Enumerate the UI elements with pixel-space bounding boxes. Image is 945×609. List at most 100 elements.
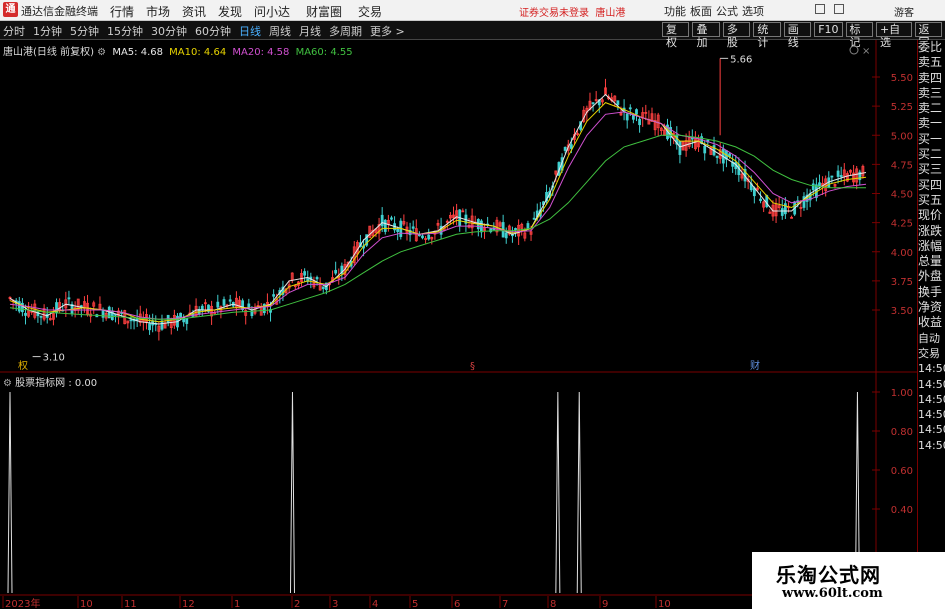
- indicator-spike: [555, 391, 561, 594]
- candle-body: [17, 301, 21, 312]
- candle-body: [836, 170, 840, 177]
- trade-status[interactable]: 证券交易未登录 唐山港: [519, 4, 625, 19]
- menu-item-ask[interactable]: 问小达: [254, 3, 306, 20]
- kline-chart[interactable]: 5.50 5.25 5.00 4.75 4.50 4.25 4.00 3.75 3.50 1.0…: [0, 40, 917, 609]
- trade-status-text: 证券交易未登录: [519, 8, 589, 19]
- draw-line-button[interactable]: 画线: [783, 22, 812, 49]
- menu-item-wealth[interactable]: 财富圈: [306, 3, 358, 20]
- indicator-spike: [7, 391, 13, 594]
- date-tick-label: 4: [372, 599, 378, 609]
- chart-icons: ×: [849, 45, 870, 57]
- candle-body: [532, 217, 536, 220]
- price-tick-label: 3.50: [891, 306, 913, 317]
- candle-body: [728, 153, 731, 157]
- candle-body: [272, 294, 276, 297]
- candle-body: [148, 323, 151, 331]
- price-tick-label: 5.00: [891, 131, 913, 142]
- tab-weekly[interactable]: 周线: [269, 23, 291, 39]
- candle-body: [839, 175, 843, 178]
- menu-item-options[interactable]: 选项: [742, 3, 768, 19]
- candle-body: [396, 228, 400, 232]
- back-button[interactable]: 返回: [914, 22, 942, 49]
- menu-item-layout[interactable]: 板面: [690, 3, 716, 19]
- candle-body: [383, 219, 387, 232]
- stats-button[interactable]: 统计: [753, 22, 781, 49]
- date-axis: 2023年 10 11 12 1 2 3 4 5 6 7 8 9 10: [2, 596, 671, 609]
- period-toolbar: 分时 1分钟 5分钟 15分钟 30分钟 60分钟 日线 周线 月线 多周期 更…: [0, 21, 945, 49]
- ma-lines: [9, 93, 867, 325]
- candle-body: [334, 269, 338, 274]
- guest-label[interactable]: 游客: [894, 4, 914, 19]
- menu-item-news[interactable]: 资讯: [182, 3, 218, 20]
- menu-item-market[interactable]: 市场: [146, 3, 182, 20]
- quote-panel-label: 总量: [918, 254, 943, 269]
- candle-body: [783, 203, 787, 215]
- add-watchlist-button[interactable]: +自选: [875, 22, 912, 49]
- tab-more[interactable]: 更多 >: [370, 23, 405, 39]
- tab-60min[interactable]: 60分钟: [195, 23, 231, 39]
- quote-panel-label: 买五: [918, 192, 943, 207]
- ma-line-ma20: [9, 111, 867, 320]
- quote-panel-label: 换手: [918, 284, 943, 299]
- price-tick-label: 5.25: [891, 102, 913, 113]
- quote-panel-label: 卖一: [918, 116, 943, 131]
- tab-multi-period[interactable]: 多周期: [329, 23, 362, 39]
- overlay-button[interactable]: 叠加: [692, 22, 720, 49]
- quote-panel-label: 委比: [918, 40, 943, 54]
- minimize-icon[interactable]: [815, 4, 825, 14]
- multi-stock-button[interactable]: 多股: [722, 22, 751, 49]
- price-tick-label: 4.50: [891, 190, 913, 201]
- menu-item-function[interactable]: 功能: [664, 3, 690, 19]
- maximize-icon[interactable]: [834, 4, 844, 14]
- date-tick-label: 10: [80, 599, 93, 609]
- mark-button[interactable]: 标记: [845, 22, 873, 49]
- date-tick-label: 10: [658, 599, 671, 609]
- tab-5min[interactable]: 5分钟: [70, 23, 99, 39]
- candle-body: [390, 217, 393, 220]
- menu-item-quotes[interactable]: 行情: [110, 3, 146, 20]
- watermark-url: www.60lt.com: [782, 586, 883, 601]
- menu-item-formula[interactable]: 公式: [716, 3, 742, 19]
- date-tick-label: 5: [412, 599, 418, 609]
- price-tick-label: 4.00: [891, 248, 913, 259]
- f10-button[interactable]: F10: [814, 22, 843, 37]
- tab-30min[interactable]: 30分钟: [151, 23, 187, 39]
- tab-monthly[interactable]: 月线: [299, 23, 321, 39]
- candle-body: [21, 302, 24, 313]
- candle-body: [504, 232, 508, 239]
- quote-panel-label: 14:50: [918, 423, 945, 437]
- chart-marker-label: 权: [18, 359, 28, 372]
- date-tick-label: 2023年: [5, 597, 40, 609]
- quote-panel: 委比 卖五 卖四 卖三 卖二 卖一 买一 买二 买三 买四 买五 现价 涨跌 涨幅 总量 外盘 换手 净资 收益 自动…: [917, 40, 945, 609]
- candle-body: [780, 208, 784, 216]
- candle-body: [303, 271, 307, 276]
- candle-body: [563, 146, 567, 151]
- candle-body: [160, 320, 164, 330]
- candle-body: [759, 198, 762, 202]
- adjust-button[interactable]: 复权: [662, 22, 690, 49]
- menu-item-trade[interactable]: 交易: [358, 3, 394, 20]
- date-tick-label: 8: [550, 599, 556, 609]
- tab-1min[interactable]: 1分钟: [33, 23, 62, 39]
- quote-panel-label: 收益: [918, 315, 943, 330]
- stock-name: 唐山港: [595, 8, 626, 19]
- date-tick-label: 2: [294, 599, 300, 609]
- candle-body: [591, 102, 595, 105]
- date-tick-label: 3: [332, 599, 338, 609]
- price-tick-label: 5.50: [891, 73, 913, 84]
- window-controls: [815, 4, 844, 14]
- tab-daily[interactable]: 日线: [239, 23, 261, 39]
- chart-tools: 复权 叠加 多股 统计 画线 F10 标记 +自选 返回: [662, 22, 945, 49]
- tab-timeshare[interactable]: 分时: [3, 23, 25, 39]
- period-tabs: 分时 1分钟 5分钟 15分钟 30分钟 60分钟 日线 周线 月线 多周期 更…: [3, 23, 413, 39]
- quote-panel-label: 14:50: [918, 392, 945, 406]
- candle-body: [129, 319, 133, 322]
- candle-body: [417, 234, 421, 237]
- menu-item-discover[interactable]: 发现: [218, 3, 254, 20]
- indicator-spike: [289, 391, 295, 594]
- date-tick-label: 7: [502, 599, 508, 609]
- quote-panel-label: 外盘: [918, 269, 943, 284]
- sub-tick-label: 1.00: [891, 388, 913, 399]
- tab-15min[interactable]: 15分钟: [107, 23, 143, 39]
- settings-icon[interactable]: ⚙: [3, 378, 12, 389]
